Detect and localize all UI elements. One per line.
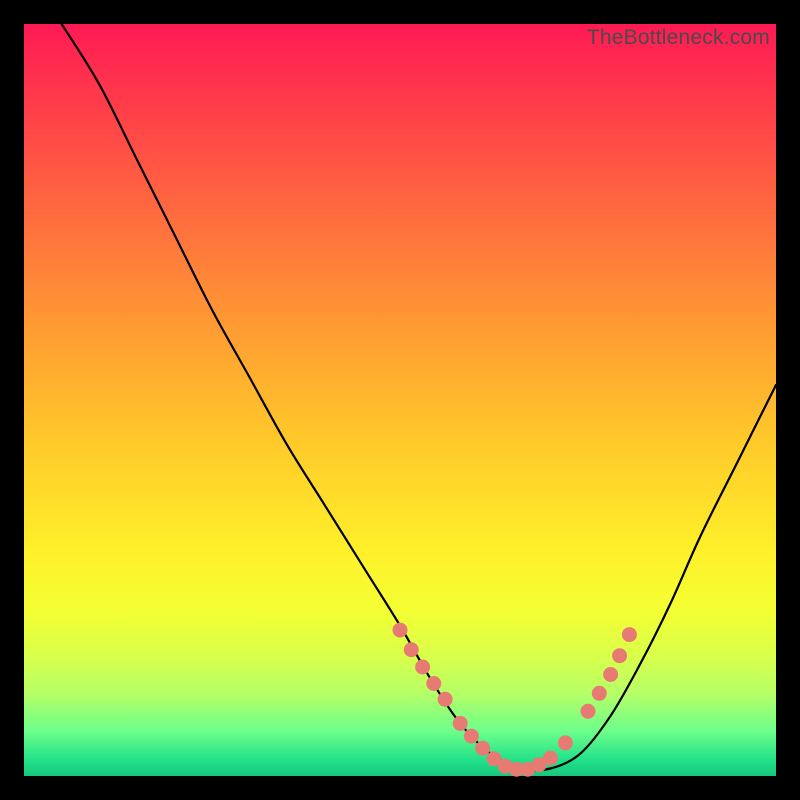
highlight-dot: [453, 716, 468, 731]
highlight-dot: [612, 648, 627, 663]
highlight-dot: [581, 704, 596, 719]
highlight-dot: [393, 623, 408, 638]
highlight-dot: [543, 751, 558, 766]
highlight-dot: [558, 735, 573, 750]
chart-svg: [24, 24, 776, 776]
highlight-dot: [415, 660, 430, 675]
highlight-dot: [475, 741, 490, 756]
chart-frame: TheBottleneck.com: [0, 0, 800, 800]
highlight-dot: [603, 667, 618, 682]
plot-area: TheBottleneck.com: [24, 24, 776, 776]
highlight-dot: [426, 676, 441, 691]
highlight-dot: [592, 686, 607, 701]
highlight-dots: [393, 623, 637, 777]
highlight-dot: [464, 729, 479, 744]
bottleneck-curve: [62, 24, 776, 770]
highlight-dot: [622, 627, 637, 642]
highlight-dot: [438, 692, 453, 707]
highlight-dot: [404, 642, 419, 657]
